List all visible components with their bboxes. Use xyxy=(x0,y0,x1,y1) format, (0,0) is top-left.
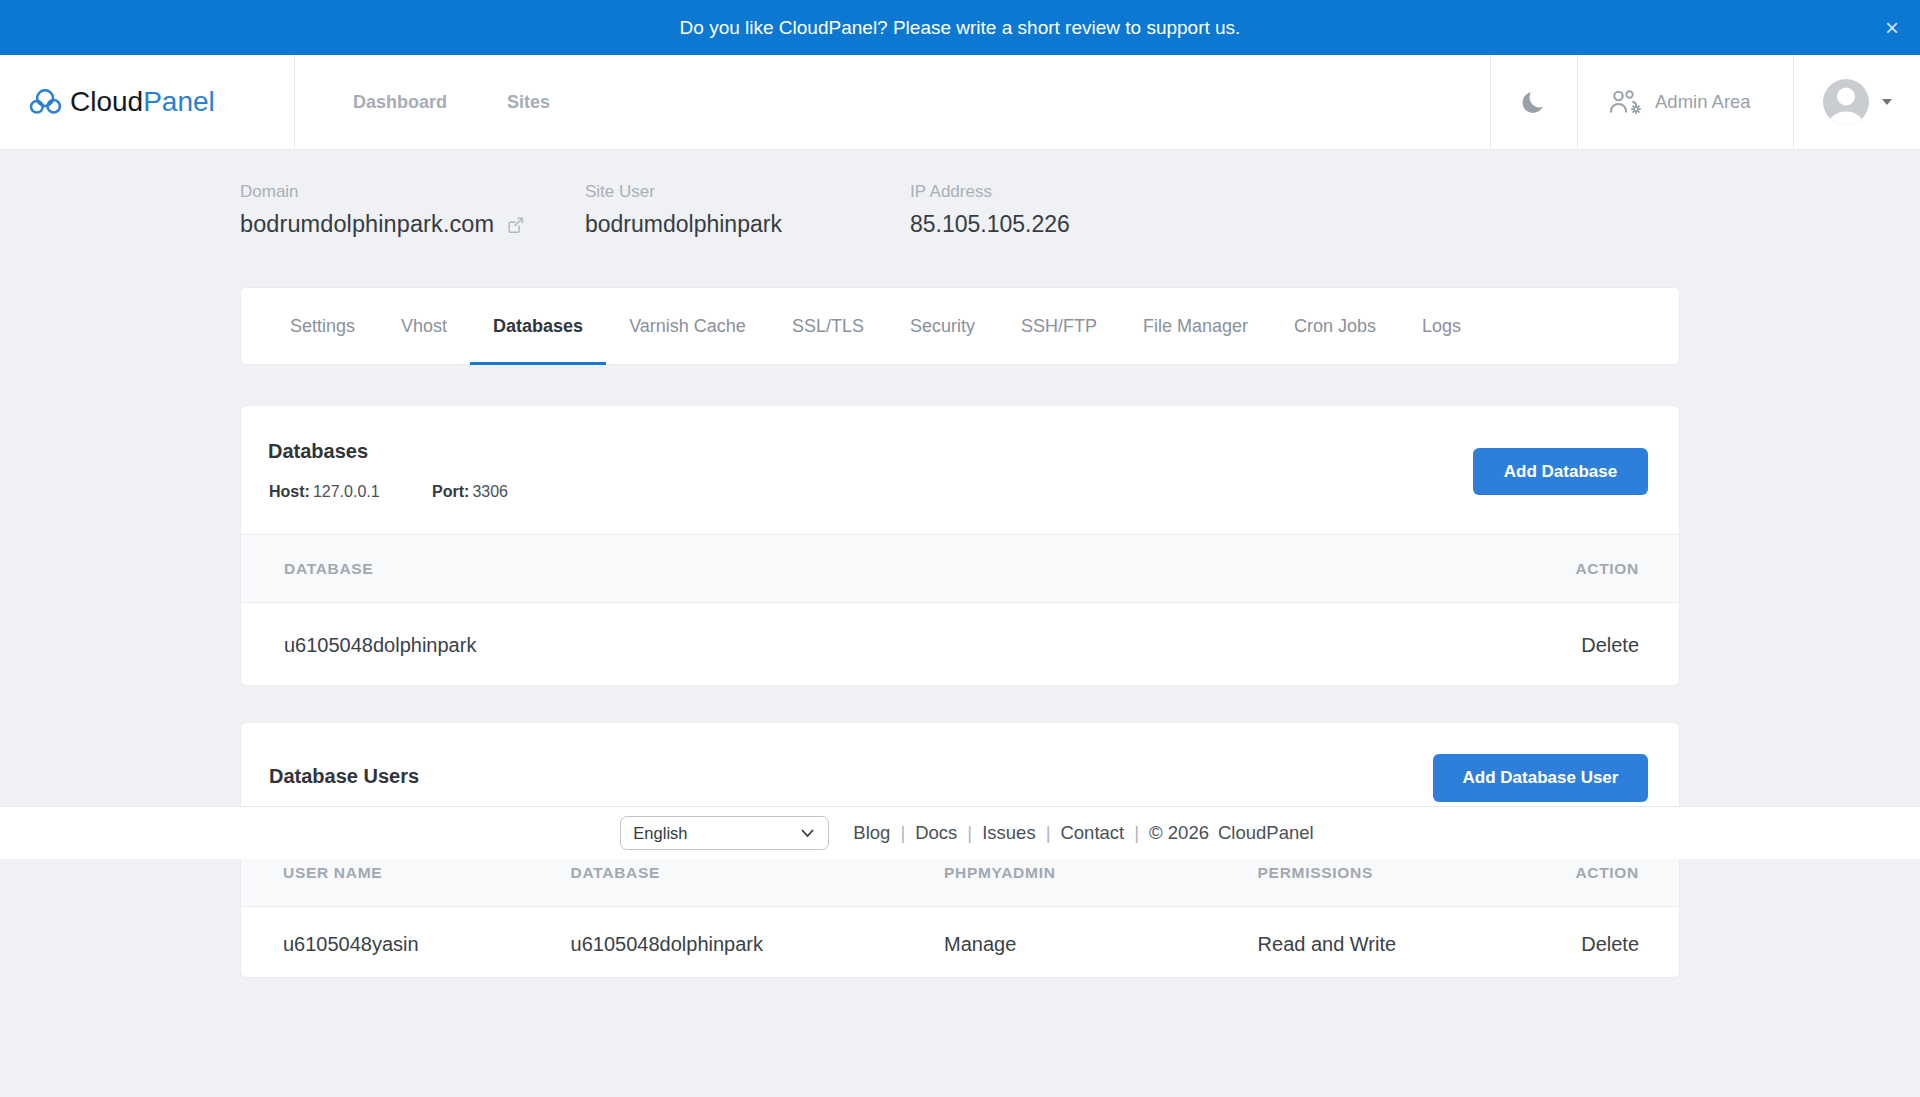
user-name: u6105048yasin xyxy=(241,933,571,956)
add-database-user-button[interactable]: Add Database User xyxy=(1433,754,1648,802)
host-port-line: Host:127.0.0.1 Port:3306 xyxy=(269,483,508,501)
domain-label: Domain xyxy=(240,182,525,202)
chevron-down-icon xyxy=(1882,99,1892,105)
chevron-down-icon xyxy=(800,828,815,838)
brand-text: CloudPanel xyxy=(70,86,215,118)
tab-file-manager[interactable]: File Manager xyxy=(1120,288,1271,364)
footer-links: Blog | Docs | Issues | Contact | © 2026 … xyxy=(853,822,1313,844)
review-banner: Do you like CloudPanel? Please write a s… xyxy=(0,0,1920,55)
site-user-value: bodrumdolphinpark xyxy=(585,211,782,238)
site-user-info: Site User bodrumdolphinpark xyxy=(585,182,782,238)
language-value: English xyxy=(633,824,687,843)
admin-area-label: Admin Area xyxy=(1655,91,1751,113)
site-user-label: Site User xyxy=(585,182,782,202)
phpmyadmin-manage-link[interactable]: Manage xyxy=(944,933,1016,955)
tab-ssh-ftp[interactable]: SSH/FTP xyxy=(998,288,1120,364)
col-user-name: USER NAME xyxy=(241,864,571,882)
footer-brand-link[interactable]: CloudPanel xyxy=(1218,822,1314,844)
users-gear-icon xyxy=(1608,88,1644,116)
footer-link-contact[interactable]: Contact xyxy=(1060,822,1124,844)
nav-dashboard[interactable]: Dashboard xyxy=(353,55,447,149)
tab-settings[interactable]: Settings xyxy=(267,288,378,364)
divider xyxy=(294,55,295,149)
avatar xyxy=(1823,79,1869,125)
moon-icon xyxy=(1521,89,1547,115)
ip-info: IP Address 85.105.105.226 xyxy=(910,182,1070,238)
external-link-icon[interactable] xyxy=(505,215,525,235)
tab-databases[interactable]: Databases xyxy=(470,288,606,364)
user-menu[interactable] xyxy=(1823,55,1892,149)
tab-vhost[interactable]: Vhost xyxy=(378,288,470,364)
cloudpanel-logo[interactable]: CloudPanel xyxy=(30,55,215,149)
col-database: DATABASE xyxy=(571,864,944,882)
footer-bar: English Blog | Docs | Issues | Contact |… xyxy=(0,806,1920,859)
nav-sites[interactable]: Sites xyxy=(507,55,550,149)
database-name: u6105048dolphinpark xyxy=(241,634,571,657)
tab-ssl-tls[interactable]: SSL/TLS xyxy=(769,288,887,364)
ip-value: 85.105.105.226 xyxy=(910,211,1070,238)
divider xyxy=(1793,55,1794,149)
tab-security[interactable]: Security xyxy=(887,288,998,364)
divider xyxy=(1577,55,1578,149)
footer-copyright: © 2026 xyxy=(1149,822,1209,844)
add-database-button[interactable]: Add Database xyxy=(1473,448,1648,495)
cloud-logo-icon xyxy=(30,89,61,115)
database-row: u6105048dolphinpark Delete xyxy=(241,603,1679,687)
tab-cron-jobs[interactable]: Cron Jobs xyxy=(1271,288,1399,364)
domain-info: Domain bodrumdolphinpark.com xyxy=(240,182,525,238)
tab-logs[interactable]: Logs xyxy=(1399,288,1484,364)
col-action: ACTION xyxy=(1537,864,1679,882)
admin-area-button[interactable]: Admin Area xyxy=(1608,55,1751,149)
databases-table-header: DATABASE ACTION xyxy=(241,534,1679,603)
banner-message: Do you like CloudPanel? Please write a s… xyxy=(680,17,1241,39)
col-database: DATABASE xyxy=(241,560,571,578)
user-permissions: Read and Write xyxy=(1258,933,1538,956)
tab-varnish-cache[interactable]: Varnish Cache xyxy=(606,288,769,364)
divider xyxy=(1490,55,1491,149)
dark-mode-toggle[interactable] xyxy=(1509,55,1559,149)
footer-link-docs[interactable]: Docs xyxy=(915,822,957,844)
delete-user-link[interactable]: Delete xyxy=(1581,933,1639,955)
user-database: u6105048dolphinpark xyxy=(571,933,944,956)
databases-title: Databases xyxy=(268,440,368,463)
top-header: CloudPanel Dashboard Sites Ad xyxy=(0,55,1920,150)
ip-label: IP Address xyxy=(910,182,1070,202)
col-phpmyadmin: PHPMYADMIN xyxy=(944,864,1258,882)
footer-link-issues[interactable]: Issues xyxy=(982,822,1035,844)
delete-database-link[interactable]: Delete xyxy=(1581,634,1639,656)
database-user-row: u6105048yasin u6105048dolphinpark Manage… xyxy=(241,909,1679,979)
database-users-title: Database Users xyxy=(269,765,419,788)
language-select[interactable]: English xyxy=(620,816,829,850)
banner-close-icon[interactable]: × xyxy=(1885,16,1899,40)
col-permissions: PERMISSIONS xyxy=(1258,864,1538,882)
databases-card: Databases Host:127.0.0.1 Port:3306 Add D… xyxy=(240,405,1680,686)
footer-link-blog[interactable]: Blog xyxy=(853,822,890,844)
col-action: ACTION xyxy=(571,560,1679,578)
site-tabs: Settings Vhost Databases Varnish Cache S… xyxy=(240,287,1680,365)
domain-value: bodrumdolphinpark.com xyxy=(240,211,494,238)
